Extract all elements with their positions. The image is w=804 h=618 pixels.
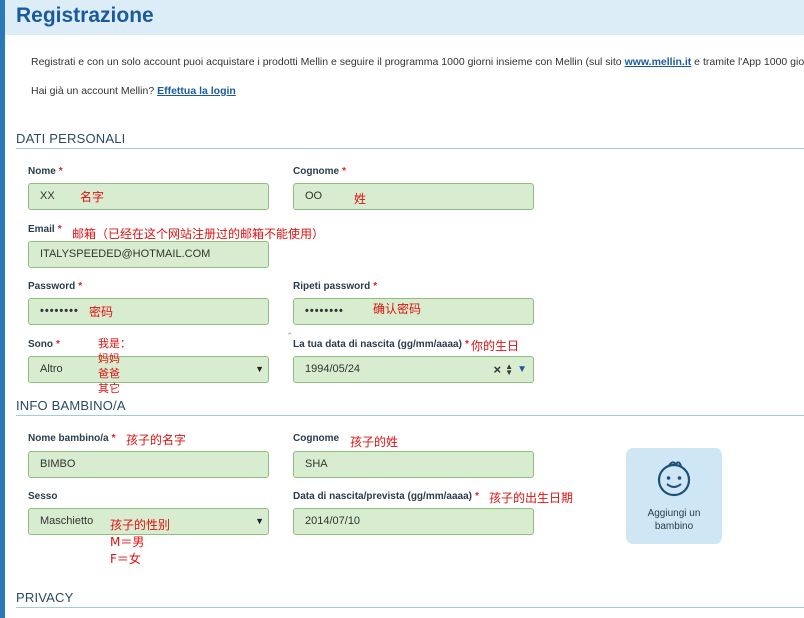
repeat-password-label: Ripeti password * xyxy=(293,281,378,292)
birth-date-label: La tua data di nascita (gg/mm/aaaa) * xyxy=(293,339,469,350)
cognome-input[interactable]: OO xyxy=(293,183,534,210)
child-surname-input[interactable]: SHA xyxy=(293,451,534,478)
section-divider xyxy=(16,415,804,416)
date-spinner-icon[interactable]: ▲ ▼ xyxy=(505,362,513,376)
nome-annotation: 名字 xyxy=(80,190,105,204)
sono-select[interactable]: Altro ▼ xyxy=(28,356,269,383)
sono-annotation: 我是： 妈妈 爸爸 其它 xyxy=(98,337,131,395)
login-question: Hai già un account Mellin? xyxy=(31,85,158,97)
left-accent-strip xyxy=(0,0,5,618)
email-label: Email * xyxy=(28,224,62,235)
email-annotation: 邮箱（已经在这个网站注册过的邮箱不能使用） xyxy=(72,227,325,241)
sex-annotation: 孩子的性别 M＝男 F＝女 xyxy=(110,518,171,566)
calendar-dropdown-icon[interactable]: ▼ xyxy=(517,357,527,382)
cognome-annotation: 姓 xyxy=(354,192,367,206)
section-title-child: INFO BAMBINO/A xyxy=(16,398,126,413)
section-divider xyxy=(16,607,804,608)
password-input[interactable]: •••••••• xyxy=(28,298,269,325)
mellin-site-link[interactable]: www.mellin.it xyxy=(625,56,692,68)
child-birth-annotation: 孩子的出生日期 xyxy=(489,491,574,505)
clear-date-icon[interactable]: × xyxy=(494,357,502,382)
cognome-label: Cognome * xyxy=(293,166,347,177)
child-surname-annotation: 孩子的姓 xyxy=(350,435,399,449)
section-title-privacy: PRIVACY xyxy=(16,590,74,605)
section-divider xyxy=(16,148,804,149)
login-prompt: Hai già un account Mellin? Effettua la l… xyxy=(31,85,236,97)
child-name-label: Nome bambino/a * xyxy=(28,433,116,444)
password-label: Password * xyxy=(28,281,83,292)
birth-date-input[interactable]: 1994/05/24 × ▲ ▼ ▼ xyxy=(293,356,534,383)
child-name-annotation: 孩子的名字 xyxy=(126,433,187,447)
chevron-down-icon: ▼ xyxy=(255,364,264,374)
child-surname-label: Cognome xyxy=(293,433,340,444)
nome-input[interactable]: XX xyxy=(28,183,269,210)
child-name-input[interactable]: BIMBO xyxy=(28,451,269,478)
add-child-button[interactable]: Aggiungi un bambino xyxy=(626,448,722,544)
birth-date-annotation: 你的生日 xyxy=(471,339,520,353)
password-annotation: 密码 xyxy=(89,305,114,319)
baby-face-icon xyxy=(657,461,691,497)
repeat-password-annotation: 确认密码 xyxy=(373,302,422,316)
email-input[interactable]: ITALYSPEEDED@HOTMAIL.COM xyxy=(28,241,269,268)
sono-label: Sono * xyxy=(28,339,60,350)
intro-text-before: Registrati e con un solo account puoi ac… xyxy=(31,56,625,68)
child-birth-label: Data di nascita/prevista (gg/mm/aaaa) * xyxy=(293,491,479,502)
intro-text-after: e tramite l'App 1000 giorni). xyxy=(694,56,804,68)
chevron-down-icon: ▼ xyxy=(255,516,264,526)
login-link[interactable]: Effettua la login xyxy=(157,85,236,97)
page-title: Registrazione xyxy=(16,4,154,27)
intro-text: Registrati e con un solo account puoi ac… xyxy=(31,56,804,68)
nome-label: Nome * xyxy=(28,166,63,177)
child-birth-input[interactable]: 2014/07/10 xyxy=(293,508,534,535)
sex-label: Sesso xyxy=(28,491,58,502)
section-title-personal: DATI PERSONALI xyxy=(16,131,126,146)
add-child-label: Aggiungi un bambino xyxy=(647,508,701,532)
